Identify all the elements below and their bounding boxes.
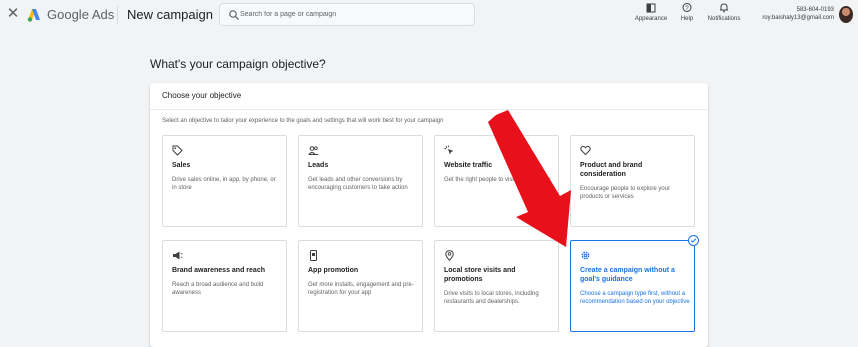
- appearance-icon: [646, 3, 656, 13]
- appearance-label: Appearance: [634, 16, 668, 22]
- panel-title: Choose your objective: [162, 91, 242, 100]
- help-button[interactable]: ? Help: [676, 2, 698, 28]
- page-heading: What's your campaign objective?: [150, 57, 326, 71]
- objective-title: Create a campaign without a goal's guida…: [580, 267, 675, 283]
- objective-card-brand-awareness[interactable]: Brand awareness and reach Reach a broad …: [162, 240, 287, 332]
- avatar[interactable]: [839, 6, 853, 23]
- objective-card-leads[interactable]: Leads Get leads and other conversions by…: [298, 135, 423, 227]
- help-icon: ?: [682, 3, 692, 12]
- brand-name: Google Ads: [47, 7, 115, 22]
- google-ads-logo-icon: [27, 9, 40, 22]
- people-icon: [308, 146, 319, 155]
- tag-icon: [172, 145, 183, 156]
- account-info[interactable]: 583-604-0193 roy.baishaly13@gmail.com: [748, 6, 834, 22]
- objective-title: Local store visits and promotions: [444, 267, 516, 283]
- objective-description: Reach a broad audience and build awarene…: [172, 282, 264, 296]
- objective-description: Choose a campaign type first, without a …: [580, 291, 690, 305]
- objective-description: Encourage people to explore your product…: [580, 186, 671, 200]
- divider: [117, 6, 118, 24]
- top-bar: ✕ Google Ads New campaign Appearance ? H…: [0, 0, 858, 30]
- objective-card-local-store-visits[interactable]: Local store visits and promotions Drive …: [434, 240, 559, 332]
- heart-icon: [580, 145, 591, 156]
- search-input[interactable]: [240, 6, 470, 23]
- appearance-button[interactable]: Appearance: [633, 2, 669, 28]
- bell-icon: [720, 3, 728, 13]
- objective-card-website-traffic[interactable]: Website traffic Get the right people to …: [434, 135, 559, 227]
- search-icon: [229, 10, 239, 20]
- notifications-button[interactable]: Notifications: [704, 2, 744, 28]
- objective-title: Product and brand consideration: [580, 162, 643, 178]
- objective-card-no-goal-guidance[interactable]: Create a campaign without a goal's guida…: [570, 240, 695, 332]
- panel-description: Select an objective to tailor your exper…: [162, 118, 444, 124]
- location-pin-icon: [445, 250, 454, 261]
- objective-card-product-brand-consideration[interactable]: Product and brand consideration Encourag…: [570, 135, 695, 227]
- objective-description: Get more installs, engagement and pre-re…: [308, 282, 414, 296]
- objective-title: App promotion: [308, 267, 359, 274]
- objective-title: Brand awareness and reach: [172, 267, 265, 274]
- account-id: 583-604-0193: [796, 7, 834, 13]
- phone-icon: [310, 250, 317, 261]
- objective-card-sales[interactable]: Sales Drive sales online, in app, by pho…: [162, 135, 287, 227]
- page-title: New campaign: [127, 7, 213, 22]
- check-circle-icon: [688, 235, 699, 246]
- objective-description: Get the right people to visit your websi…: [444, 177, 551, 183]
- close-icon[interactable]: ✕: [6, 6, 20, 22]
- account-email: roy.baishaly13@gmail.com: [762, 15, 834, 21]
- objective-description: Drive visits to local stores, including …: [444, 291, 539, 305]
- help-label: Help: [680, 16, 694, 22]
- megaphone-icon: [173, 251, 183, 260]
- objective-card-app-promotion[interactable]: App promotion Get more installs, engagem…: [298, 240, 423, 332]
- gear-icon: [581, 251, 590, 260]
- search-box[interactable]: [219, 3, 475, 26]
- objective-panel: Choose your objective Select an objectiv…: [150, 83, 708, 347]
- objective-title: Sales: [172, 162, 191, 169]
- divider: [150, 109, 708, 110]
- objective-title: Leads: [308, 162, 329, 169]
- objective-description: Drive sales online, in app, by phone, or…: [172, 177, 276, 191]
- notifications-label: Notifications: [707, 16, 741, 22]
- cursor-click-icon: [444, 145, 454, 155]
- objective-description: Get leads and other conversions by encou…: [308, 177, 408, 191]
- objective-title: Website traffic: [444, 162, 493, 169]
